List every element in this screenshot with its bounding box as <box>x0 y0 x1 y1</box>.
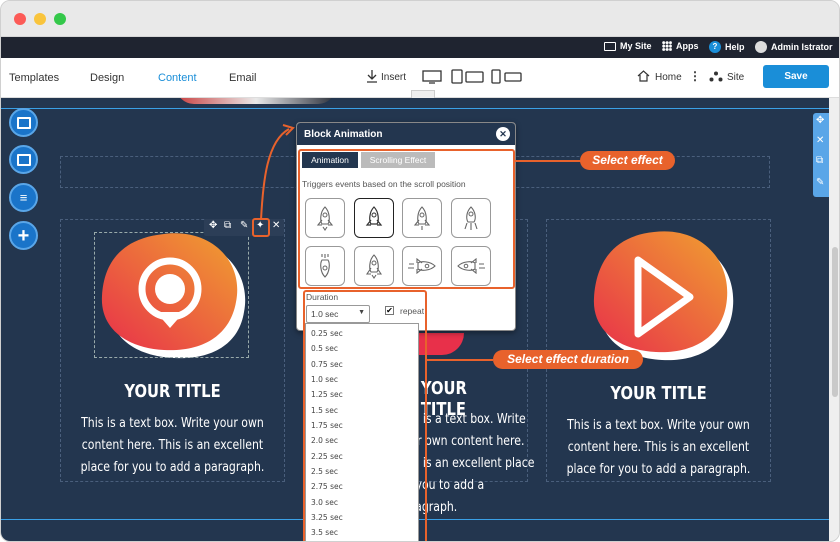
selected-image-frame[interactable] <box>94 232 249 358</box>
duplicate-icon[interactable]: ⧉ <box>224 220 231 231</box>
monitor-icon <box>604 41 616 51</box>
insert-button[interactable]: Insert <box>381 72 406 83</box>
save-button[interactable]: Save <box>763 65 829 88</box>
window-chrome <box>1 1 839 37</box>
scrollbar-thumb[interactable] <box>832 247 838 397</box>
user-name: Admin Istrator <box>771 42 833 52</box>
minimize-window-dot[interactable] <box>34 13 46 25</box>
apps-label: Apps <box>676 41 699 51</box>
edit-icon[interactable]: ✎ <box>240 220 248 231</box>
duration-highlight-box <box>303 290 427 541</box>
nav-content[interactable]: Content <box>158 72 197 84</box>
my-site-label: My Site <box>620 41 652 51</box>
select-effect-callout: Select effect <box>580 151 675 170</box>
layout-icon <box>16 116 31 129</box>
card-title: YOUR TITLE <box>124 381 221 402</box>
grid-icon <box>662 41 672 51</box>
move-icon[interactable]: ✥ <box>209 220 217 231</box>
section-tool-button[interactable] <box>9 145 38 174</box>
nav-email[interactable]: Email <box>229 72 257 84</box>
browser-window: My Site Apps ? Help Admin Istrator Templ… <box>0 0 840 542</box>
site-menu[interactable]: Site <box>727 72 744 83</box>
help-link[interactable]: ? Help <box>709 41 745 53</box>
close-dialog-icon[interactable]: ✕ <box>496 127 510 141</box>
dialog-header: Block Animation <box>297 123 515 145</box>
editor-toolbar: Templates Design Content Email Insert Ho… <box>1 58 839 98</box>
move-section-icon[interactable]: ✥ <box>816 115 824 126</box>
text-edit-tool-button[interactable]: ≡ <box>9 183 38 212</box>
play-button-graphic <box>593 231 734 361</box>
more-options-icon[interactable]: ⋮ <box>689 70 701 82</box>
user-menu[interactable]: Admin Istrator <box>755 41 833 53</box>
plus-icon: + <box>17 224 30 247</box>
card-title: YOUR TITLE <box>610 383 707 404</box>
home-page-selector[interactable]: Home <box>655 72 682 83</box>
select-duration-callout: Select effect duration <box>493 350 643 369</box>
section-top-border <box>1 108 829 109</box>
copy-section-icon[interactable]: ⧉ <box>816 155 823 166</box>
tablet-view-icon[interactable] <box>451 69 485 87</box>
maximize-window-dot[interactable] <box>54 13 66 25</box>
my-site-link[interactable]: My Site <box>604 41 652 51</box>
nav-templates[interactable]: Templates <box>9 72 59 84</box>
card-text: This is a text box. Write your own conte… <box>566 418 751 477</box>
edit-section-icon[interactable]: ✎ <box>816 177 824 188</box>
avatar <box>755 41 767 53</box>
insert-icon[interactable] <box>366 70 378 86</box>
collapse-toolbar-tab[interactable] <box>411 90 435 98</box>
mobile-view-icon[interactable] <box>491 69 523 87</box>
section-tools: ✥ ✕ ⧉ ✎ <box>813 113 829 197</box>
apps-link[interactable]: Apps <box>662 41 699 51</box>
hero-image-remnant <box>176 98 336 104</box>
delete-icon[interactable]: ✕ <box>272 220 280 231</box>
section-icon <box>16 153 31 166</box>
remove-section-icon[interactable]: ✕ <box>816 135 824 146</box>
text-edit-icon: ≡ <box>19 190 28 205</box>
home-icon <box>637 70 650 85</box>
nav-design[interactable]: Design <box>90 72 124 84</box>
admin-bar: My Site Apps ? Help Admin Istrator <box>1 37 839 58</box>
card-text: This is a text box. Write your own conte… <box>80 416 265 475</box>
close-window-dot[interactable] <box>14 13 26 25</box>
site-icon <box>709 71 723 85</box>
help-label: Help <box>725 42 745 52</box>
layout-tool-button[interactable] <box>9 108 38 137</box>
feature-card-1[interactable]: YOUR TITLE This is a text box. Write you… <box>60 219 285 482</box>
add-block-button[interactable]: + <box>9 221 38 250</box>
effect-highlight-box <box>298 149 515 289</box>
dialog-title: Block Animation <box>304 129 383 140</box>
help-icon: ? <box>709 41 721 53</box>
desktop-view-icon[interactable] <box>422 70 442 87</box>
element-toolbar: ✥ ⧉ ✎ ✦ ✕ <box>204 219 284 236</box>
animation-icon-highlight <box>252 218 270 237</box>
